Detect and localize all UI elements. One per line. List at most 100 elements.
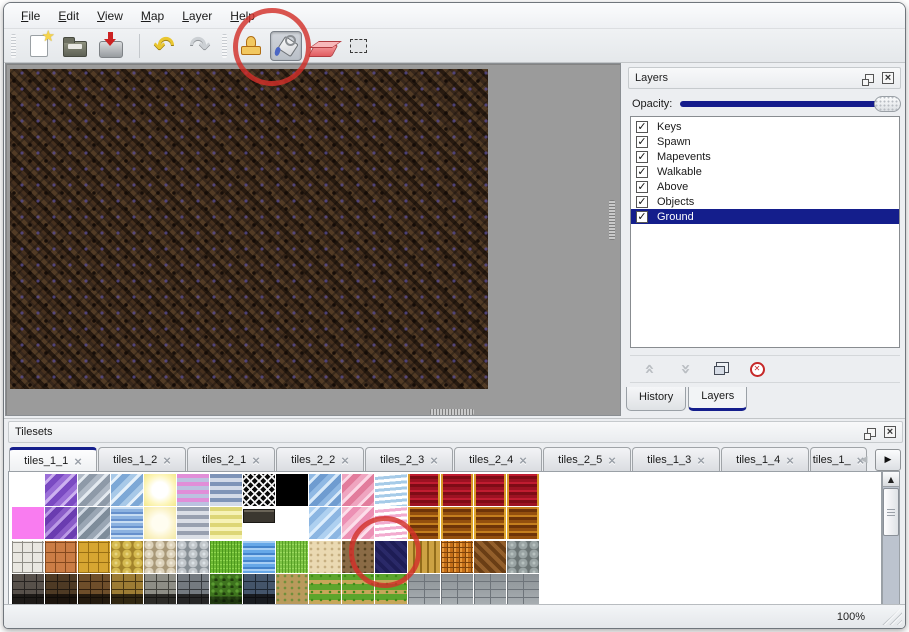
- stamp-tool-button[interactable]: [234, 31, 266, 61]
- close-tab-icon[interactable]: ×: [163, 454, 171, 467]
- raise-layer-button[interactable]: «: [638, 359, 660, 379]
- palette-tile-red-curtain[interactable]: [408, 474, 440, 506]
- map-layers-splitter[interactable]: [609, 200, 615, 240]
- palette-tile-terracotta-tiles[interactable]: [45, 541, 77, 573]
- palette-tile-lattice[interactable]: [243, 474, 275, 506]
- menu-help[interactable]: Help: [221, 5, 264, 27]
- opacity-slider-handle[interactable]: [874, 96, 901, 112]
- palette-tile-purple-crystal[interactable]: [45, 474, 77, 506]
- tileset-tab-tiles_1_4[interactable]: tiles_1_4×: [721, 447, 809, 471]
- close-tab-icon[interactable]: ×: [519, 454, 527, 467]
- palette-tile-light-brick[interactable]: [474, 574, 506, 606]
- open-file-button[interactable]: [59, 31, 91, 61]
- layer-row-keys[interactable]: ✓Keys: [631, 119, 899, 134]
- palette-tile-water-shimmer[interactable]: [111, 507, 143, 539]
- layer-row-mapevents[interactable]: ✓Mapevents: [631, 149, 899, 164]
- close-tab-icon[interactable]: ×: [430, 454, 438, 467]
- layer-visibility-checkbox[interactable]: ✓: [636, 211, 648, 223]
- map-viewport[interactable]: [5, 63, 621, 416]
- palette-tile-yellow-stripes[interactable]: [210, 507, 242, 539]
- menu-file[interactable]: File: [12, 5, 49, 27]
- palette-tile-light-pink-crystal[interactable]: [342, 507, 374, 539]
- palette-tile-pink-white-stripes[interactable]: [375, 507, 407, 539]
- palette-tile-light-brick[interactable]: [408, 574, 440, 606]
- palette-tile-gray-crystal[interactable]: [78, 474, 110, 506]
- tileset-tab-tiles_1_1[interactable]: tiles_1_1×: [9, 447, 97, 471]
- tileset-tab-tiles_1_2[interactable]: tiles_1_2×: [98, 447, 186, 471]
- close-tab-icon[interactable]: ×: [341, 454, 349, 467]
- tileset-tab-tiles_2_4[interactable]: tiles_2_4×: [454, 447, 542, 471]
- toolbar-drag-handle[interactable]: [11, 34, 16, 58]
- save-file-button[interactable]: [95, 31, 127, 61]
- tilesets-dock-titlebar[interactable]: Tilesets ×: [8, 421, 903, 443]
- palette-tile-yellow-glow[interactable]: [144, 474, 176, 506]
- lower-layer-button[interactable]: «: [674, 359, 696, 379]
- palette-tile-wood-planks[interactable]: [408, 541, 440, 573]
- palette-tile-dark-gray-wall[interactable]: [12, 574, 44, 606]
- palette-tile-gray-stripes[interactable]: [177, 507, 209, 539]
- palette-tile-pink-crystal[interactable]: [342, 474, 374, 506]
- layer-visibility-checkbox[interactable]: ✓: [636, 181, 648, 193]
- palette-tile-slate-wall[interactable]: [243, 574, 275, 606]
- redo-button[interactable]: ↷: [184, 31, 216, 61]
- opacity-slider[interactable]: [680, 101, 899, 107]
- palette-tile-red-curtain[interactable]: [507, 474, 539, 506]
- resize-grip[interactable]: [882, 607, 902, 625]
- palette-tile-dark-brown-wall[interactable]: [45, 574, 77, 606]
- tab-history[interactable]: History: [626, 387, 686, 411]
- layers-dock-titlebar[interactable]: Layers ×: [628, 67, 901, 89]
- tileset-tab-tiles_2_3[interactable]: tiles_2_3×: [365, 447, 453, 471]
- palette-tile-grass-path[interactable]: [309, 574, 341, 606]
- palette-tile-sky-crystal[interactable]: [309, 474, 341, 506]
- map-tilesets-splitter[interactable]: [430, 409, 474, 415]
- palette-tile-sand[interactable]: [309, 541, 341, 573]
- layer-row-spawn[interactable]: ✓Spawn: [631, 134, 899, 149]
- new-file-button[interactable]: [23, 31, 55, 61]
- menu-layer[interactable]: Layer: [173, 5, 221, 27]
- palette-scrollbar[interactable]: ▲ ▼: [882, 471, 900, 623]
- palette-tile-yellow-cobbles[interactable]: [111, 541, 143, 573]
- palette-tile-light-blue-crystal[interactable]: [309, 507, 341, 539]
- fill-tool-button[interactable]: [270, 31, 302, 61]
- palette-tile-herringbone[interactable]: [474, 541, 506, 573]
- close-tab-icon[interactable]: ×: [608, 454, 616, 467]
- palette-tile-gray-crystal-small[interactable]: [78, 507, 110, 539]
- close-panel-icon[interactable]: ×: [884, 426, 896, 438]
- palette-tile-gray-cobbles[interactable]: [177, 541, 209, 573]
- layer-visibility-checkbox[interactable]: ✓: [636, 166, 648, 178]
- select-tool-button[interactable]: [342, 31, 374, 61]
- palette-tile-gold-tiles[interactable]: [78, 541, 110, 573]
- eraser-tool-button[interactable]: [306, 31, 338, 61]
- tab-scroll-left-icon[interactable]: ◀: [856, 449, 872, 471]
- float-panel-icon[interactable]: [867, 428, 876, 437]
- layer-row-above[interactable]: ✓Above: [631, 179, 899, 194]
- delete-layer-button[interactable]: ✕: [746, 359, 768, 379]
- layer-row-walkable[interactable]: ✓Walkable: [631, 164, 899, 179]
- layer-visibility-checkbox[interactable]: ✓: [636, 136, 648, 148]
- palette-tile-pale-glow[interactable]: [144, 507, 176, 539]
- palette-tile-black[interactable]: [276, 474, 308, 506]
- layer-row-objects[interactable]: ✓Objects: [631, 194, 899, 209]
- palette-tile-light-brick[interactable]: [441, 574, 473, 606]
- palette-tile-hedge[interactable]: [210, 574, 242, 606]
- palette-tile-navy-tile[interactable]: [375, 541, 407, 573]
- palette-tile-dark-plaque[interactable]: [243, 509, 275, 523]
- palette-tile-orange-curtain[interactable]: [474, 507, 506, 539]
- palette-tile-purple-crystal-small[interactable]: [45, 507, 77, 539]
- tab-scroll-right-icon[interactable]: ▶: [875, 449, 901, 471]
- float-panel-icon[interactable]: [865, 74, 874, 83]
- close-tab-icon[interactable]: ×: [697, 454, 705, 467]
- palette-tile-grass-light[interactable]: [276, 541, 308, 573]
- toolbar-drag-handle[interactable]: [222, 34, 227, 58]
- tileset-tab-tiles_1_3[interactable]: tiles_1_3×: [632, 447, 720, 471]
- palette-tile-beige-pebbles[interactable]: [144, 541, 176, 573]
- layer-visibility-checkbox[interactable]: ✓: [636, 151, 648, 163]
- palette-tile-light-brick[interactable]: [507, 574, 539, 606]
- layer-visibility-checkbox[interactable]: ✓: [636, 121, 648, 133]
- palette-tile-stone-wall[interactable]: [144, 574, 176, 606]
- palette-tile-grass[interactable]: [210, 541, 242, 573]
- map-canvas[interactable]: [10, 69, 488, 389]
- palette-tile-magenta[interactable]: [12, 507, 44, 539]
- palette-tile-orange-curtain[interactable]: [408, 507, 440, 539]
- undo-button[interactable]: ↶: [148, 31, 180, 61]
